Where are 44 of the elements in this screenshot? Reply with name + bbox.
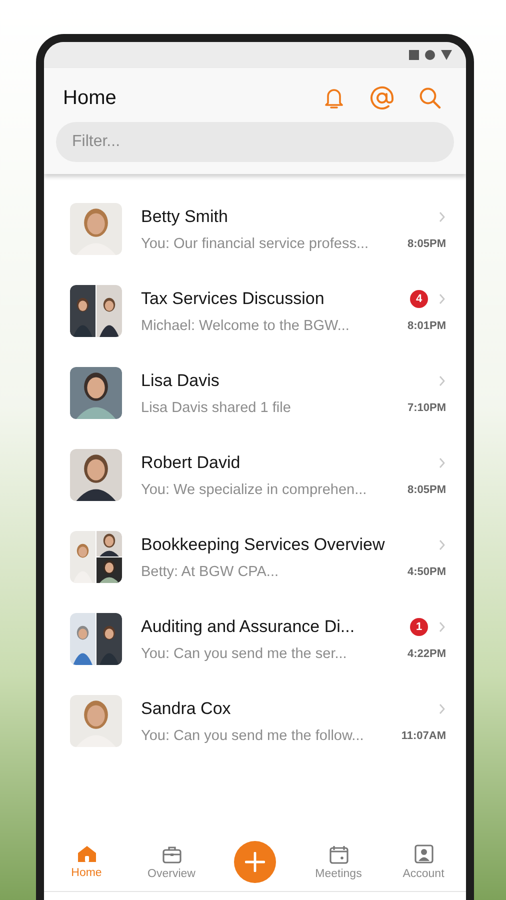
bell-icon[interactable] bbox=[325, 87, 343, 109]
message-preview: You: Our financial service profess... bbox=[141, 236, 370, 252]
chevron-right-icon bbox=[438, 538, 446, 550]
message-time: 11:07AM bbox=[401, 730, 446, 742]
message-time: 7:10PM bbox=[407, 402, 446, 414]
unread-badge: 1 bbox=[410, 618, 428, 636]
message-time: 4:50PM bbox=[407, 566, 446, 578]
chevron-right-icon bbox=[438, 292, 446, 304]
conversation-name[interactable]: Sandra Cox bbox=[141, 698, 428, 718]
briefcase-icon bbox=[162, 844, 182, 864]
home-icon bbox=[76, 845, 96, 863]
chevron-right-icon bbox=[438, 702, 446, 714]
message-preview: You: Can you send me the ser... bbox=[141, 646, 348, 662]
account-icon bbox=[414, 844, 434, 864]
message-time: 4:22PM bbox=[407, 648, 446, 660]
status-square-icon bbox=[409, 50, 419, 60]
message-preview: You: Can you send me the follow... bbox=[141, 728, 365, 744]
status-triangle-icon bbox=[441, 50, 452, 60]
conversation-name[interactable]: Auditing and Assurance Di... bbox=[141, 616, 404, 636]
unread-badge: 4 bbox=[410, 290, 428, 308]
at-sign-icon[interactable] bbox=[370, 86, 394, 110]
chevron-right-icon bbox=[438, 456, 446, 468]
message-preview: Lisa Davis shared 1 file bbox=[141, 400, 292, 416]
message-time: 8:05PM bbox=[407, 238, 446, 250]
add-button[interactable] bbox=[234, 841, 276, 883]
conversation-name[interactable]: Tax Services Discussion bbox=[141, 288, 404, 308]
plus-icon bbox=[245, 852, 265, 872]
filter-field[interactable]: Filter... bbox=[56, 122, 454, 162]
chevron-right-icon bbox=[438, 374, 446, 386]
chevron-right-icon bbox=[438, 620, 446, 632]
search-icon[interactable] bbox=[419, 87, 441, 109]
chevron-right-icon bbox=[438, 210, 446, 222]
message-time: 8:05PM bbox=[407, 484, 446, 496]
message-time: 8:01PM bbox=[407, 320, 446, 332]
message-preview: Michael: Welcome to the BGW... bbox=[141, 318, 350, 334]
message-preview: Betty: At BGW CPA... bbox=[141, 564, 280, 580]
conversation-name[interactable]: Robert David bbox=[141, 452, 428, 472]
page-title: Home bbox=[63, 86, 118, 110]
conversation-name[interactable]: Betty Smith bbox=[141, 206, 428, 226]
status-circle-icon bbox=[425, 50, 435, 60]
conversation-name[interactable]: Bookkeeping Services Overview bbox=[141, 534, 428, 554]
message-preview: You: We specialize in comprehen... bbox=[141, 482, 368, 498]
calendar-icon bbox=[328, 844, 348, 864]
conversation-name[interactable]: Lisa Davis bbox=[141, 370, 428, 390]
